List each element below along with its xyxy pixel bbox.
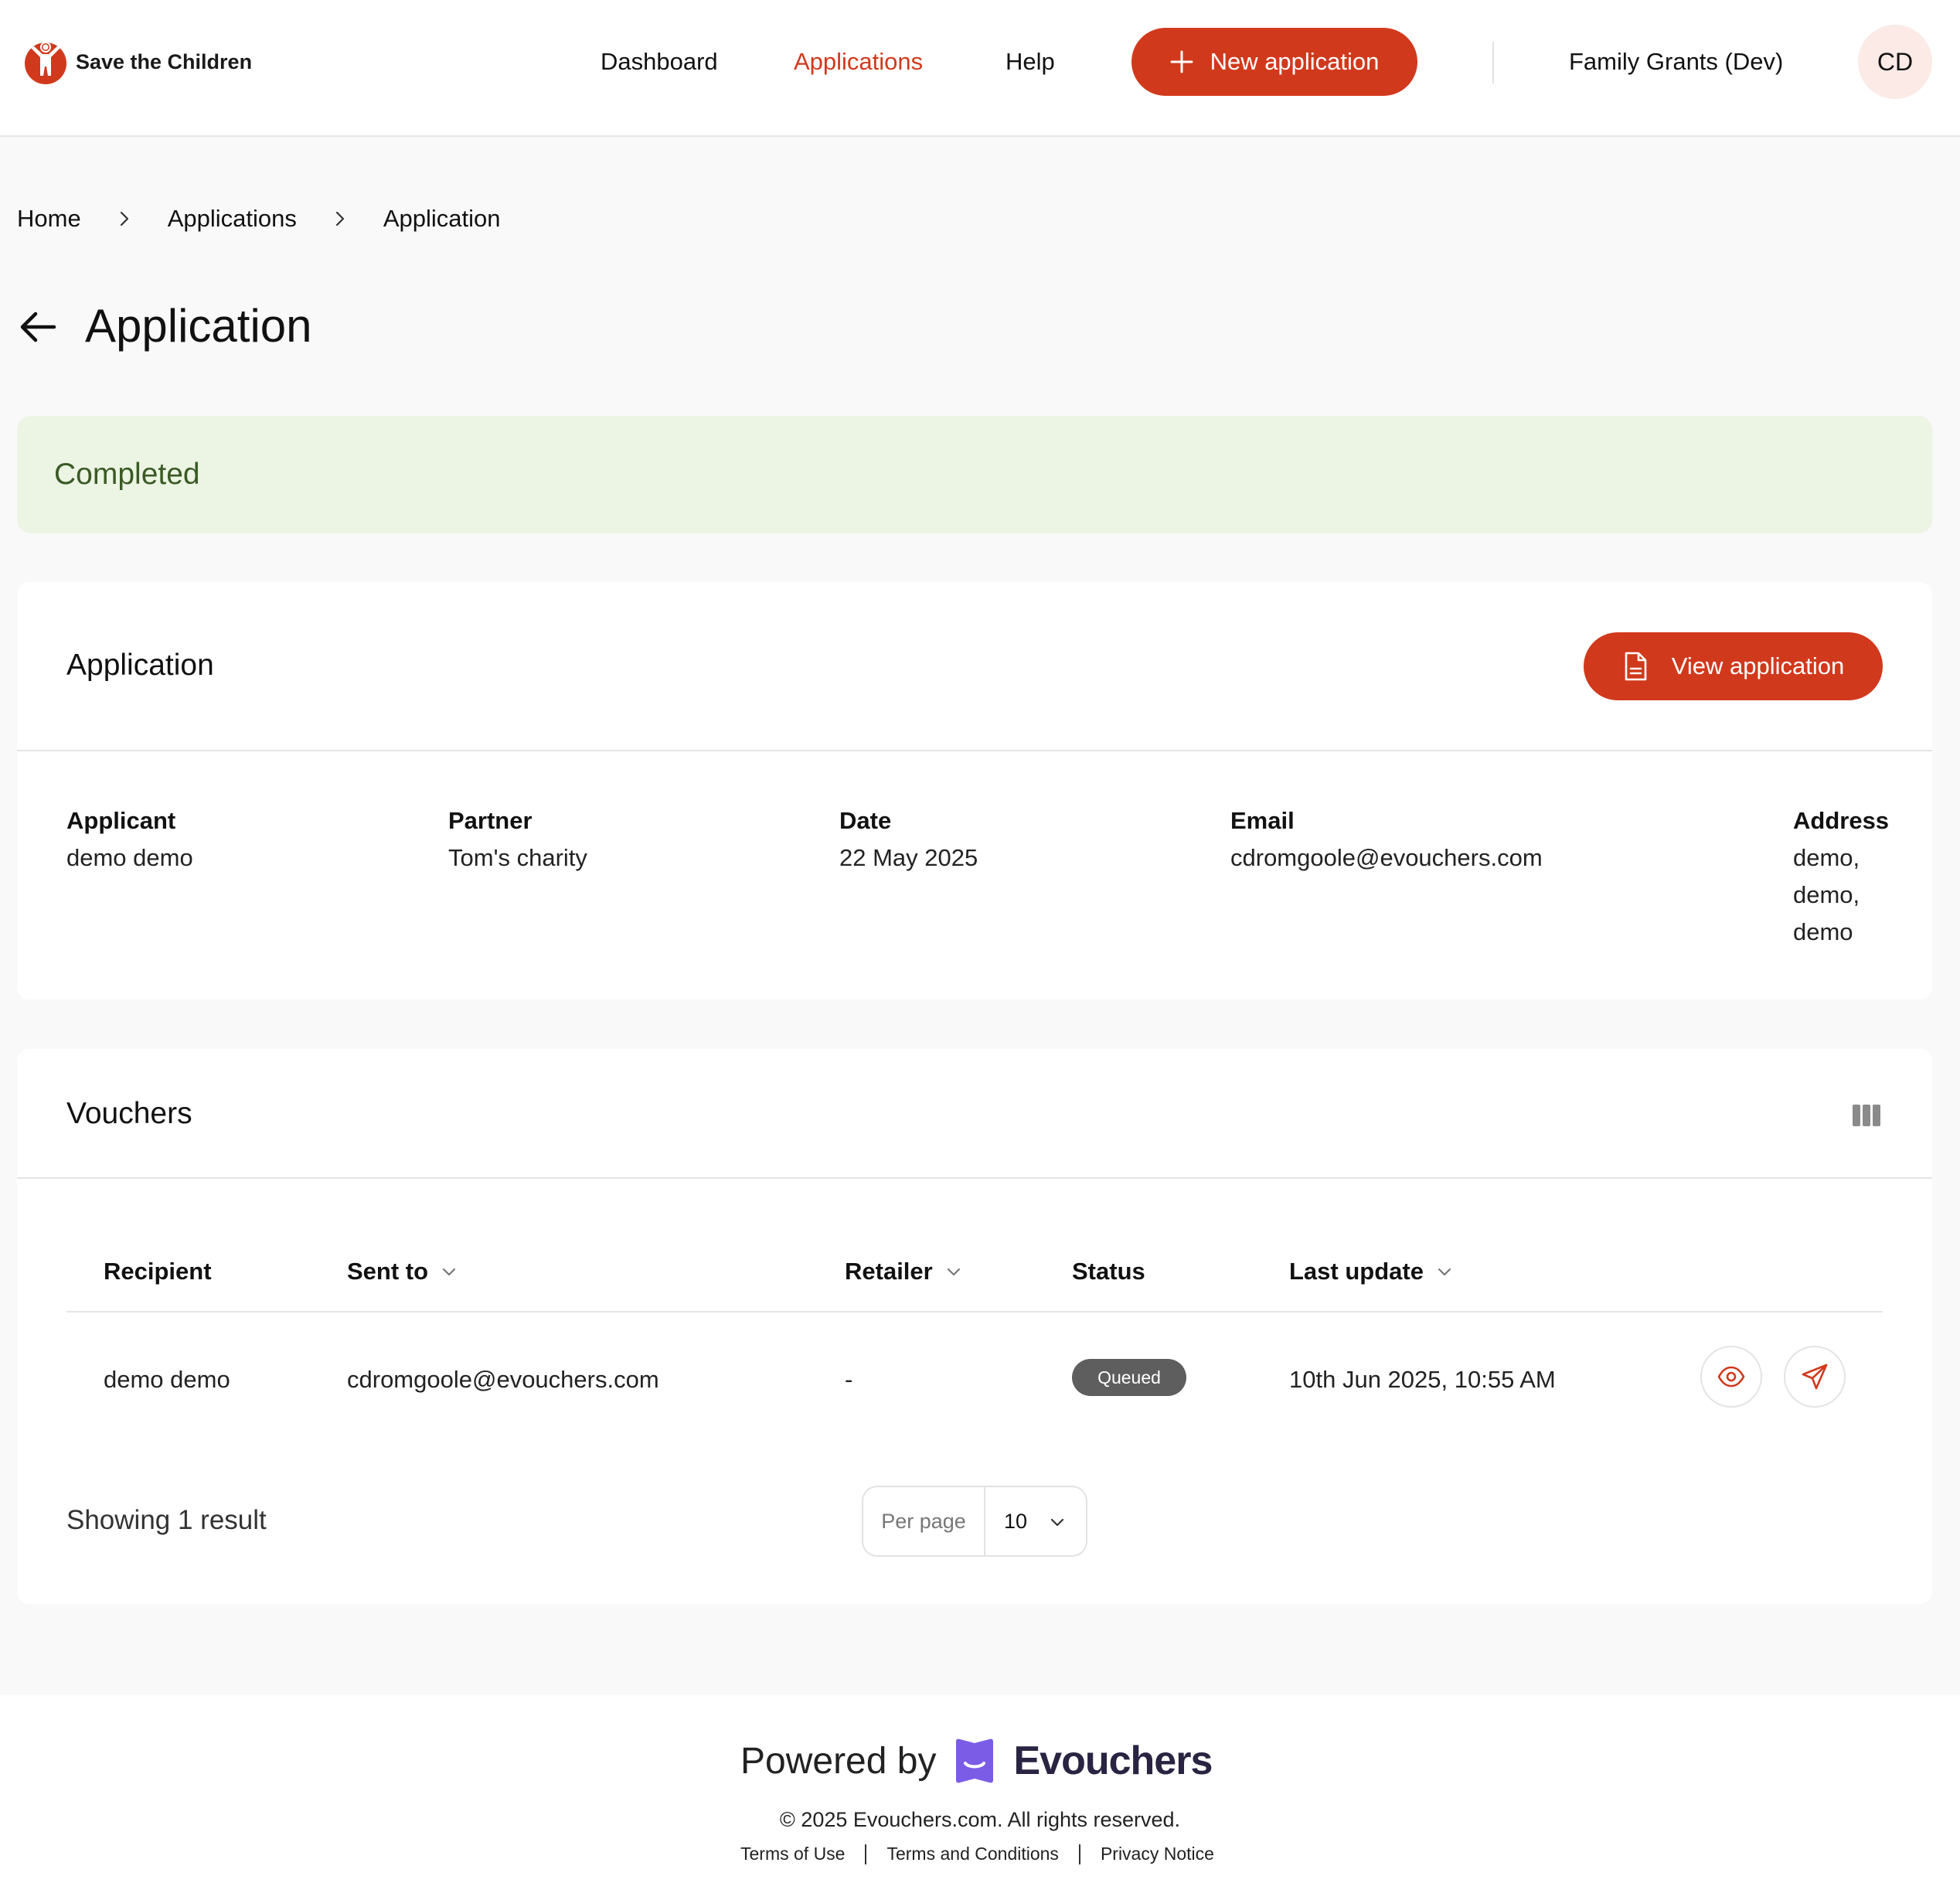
arrow-left-icon[interactable]: [17, 306, 59, 348]
address-line: demo: [1793, 918, 1853, 945]
card-divider: [17, 750, 1932, 751]
save-the-children-logo[interactable]: Save the Children: [23, 37, 252, 87]
address-line: demo,: [1793, 881, 1860, 908]
field-label: Applicant: [66, 807, 176, 834]
eye-icon: [1717, 1366, 1745, 1388]
column-header-status: Status: [1072, 1253, 1145, 1290]
avatar[interactable]: CD: [1858, 25, 1932, 99]
organization-name[interactable]: Family Grants (Dev): [1569, 43, 1783, 80]
table-header-divider: [66, 1311, 1883, 1313]
status-badge: Queued: [1072, 1359, 1186, 1396]
footer-links: Terms of Use Terms and Conditions Privac…: [740, 1844, 1214, 1864]
nav-dashboard[interactable]: Dashboard: [601, 43, 718, 80]
field-email: Email cdromgoole@evouchers.com: [1230, 802, 1543, 877]
cell-sent-to: cdromgoole@evouchers.com: [347, 1366, 659, 1393]
breadcrumb-applications[interactable]: Applications: [168, 205, 297, 233]
send-icon: [1802, 1364, 1828, 1390]
chevron-down-icon: [1050, 1518, 1064, 1527]
chevron-right-icon: [120, 211, 128, 226]
field-applicant: Applicant demo demo: [66, 802, 193, 877]
columns-icon[interactable]: [1852, 1103, 1881, 1128]
document-icon: [1625, 652, 1647, 681]
powered-by: Powered by Evouchers: [740, 1734, 1213, 1788]
field-date: Date 22 May 2025: [839, 802, 978, 877]
chevron-down-icon: [947, 1268, 960, 1276]
column-header-retailer[interactable]: Retailer: [845, 1253, 962, 1290]
application-card-title: Application: [66, 649, 214, 682]
view-application-label: View application: [1671, 652, 1845, 679]
view-voucher-button[interactable]: [1700, 1346, 1762, 1408]
nav-help[interactable]: Help: [1006, 43, 1055, 80]
column-header-sent-to[interactable]: Sent to: [347, 1253, 458, 1290]
field-address: Address demo, demo, demo: [1793, 802, 1889, 951]
view-application-button[interactable]: View application: [1584, 632, 1883, 700]
results-count: Showing 1 result: [66, 1505, 267, 1535]
field-value: cdromgoole@evouchers.com: [1230, 844, 1543, 871]
column-header-label: Recipient: [104, 1258, 212, 1285]
powered-by-text: Powered by: [740, 1740, 937, 1782]
column-header-recipient: Recipient: [104, 1253, 212, 1290]
nav-applications[interactable]: Applications: [794, 43, 923, 80]
field-label: Date: [839, 807, 892, 834]
chevron-down-icon: [442, 1268, 456, 1276]
application-card: Application View application Applicant d…: [17, 582, 1932, 999]
header-divider: [1492, 42, 1494, 83]
new-application-button[interactable]: New application: [1131, 28, 1417, 96]
address-line: demo,: [1793, 844, 1860, 871]
status-banner: Completed: [17, 416, 1932, 533]
evouchers-brand[interactable]: Evouchers: [1013, 1738, 1213, 1784]
breadcrumb-home[interactable]: Home: [17, 205, 81, 233]
copyright: © 2025 Evouchers.com. All rights reserve…: [779, 1808, 1181, 1831]
chevron-right-icon: [335, 211, 344, 226]
field-value: demo demo: [66, 844, 193, 871]
top-header: Save the Children Dashboard Applications…: [0, 0, 1960, 137]
footer-link-separator: [865, 1844, 867, 1864]
per-page-value: 10: [1004, 1509, 1028, 1533]
footer: Powered by Evouchers © 2025 Evouchers.co…: [0, 1695, 1960, 1900]
page-title: Application: [85, 300, 312, 352]
column-header-label: Status: [1072, 1258, 1145, 1285]
save-the-children-logo-icon: [25, 42, 66, 84]
logo-text: Save the Children: [76, 49, 253, 73]
breadcrumb: Home Applications Application: [17, 199, 501, 238]
field-partner: Partner Tom's charity: [448, 802, 587, 877]
per-page-select[interactable]: Per page 10: [862, 1486, 1087, 1557]
evouchers-logo-icon: [956, 1738, 994, 1783]
column-header-label: Sent to: [347, 1258, 429, 1285]
vouchers-card-title: Vouchers: [66, 1097, 192, 1130]
status-banner-text: Completed: [54, 458, 200, 491]
per-page-label: Per page: [863, 1487, 985, 1555]
field-label: Partner: [448, 807, 533, 834]
cell-recipient: demo demo: [104, 1366, 230, 1393]
footer-link-separator: [1078, 1844, 1080, 1864]
card-divider: [17, 1177, 1932, 1179]
column-header-last-update[interactable]: Last update: [1289, 1253, 1453, 1290]
cell-last-update: 10th Jun 2025, 10:55 AM: [1289, 1366, 1556, 1393]
new-application-label: New application: [1210, 48, 1380, 75]
field-value: Tom's charity: [448, 844, 587, 871]
footer-link-terms-and-conditions[interactable]: Terms and Conditions: [886, 1844, 1058, 1864]
footer-link-terms-of-use[interactable]: Terms of Use: [740, 1844, 845, 1864]
field-label: Address: [1793, 807, 1890, 834]
column-header-label: Last update: [1289, 1258, 1424, 1285]
breadcrumb-application: Application: [383, 205, 501, 232]
column-header-label: Retailer: [845, 1258, 933, 1285]
vouchers-card: Vouchers Recipient Sent to Retailer Stat…: [17, 1049, 1932, 1604]
field-value: 22 May 2025: [839, 844, 978, 871]
footer-link-privacy-notice[interactable]: Privacy Notice: [1101, 1844, 1214, 1864]
field-label: Email: [1230, 807, 1295, 834]
chevron-down-icon: [1438, 1268, 1451, 1276]
send-voucher-button[interactable]: [1784, 1346, 1846, 1408]
plus-icon: [1170, 50, 1193, 73]
cell-retailer: -: [845, 1366, 853, 1393]
